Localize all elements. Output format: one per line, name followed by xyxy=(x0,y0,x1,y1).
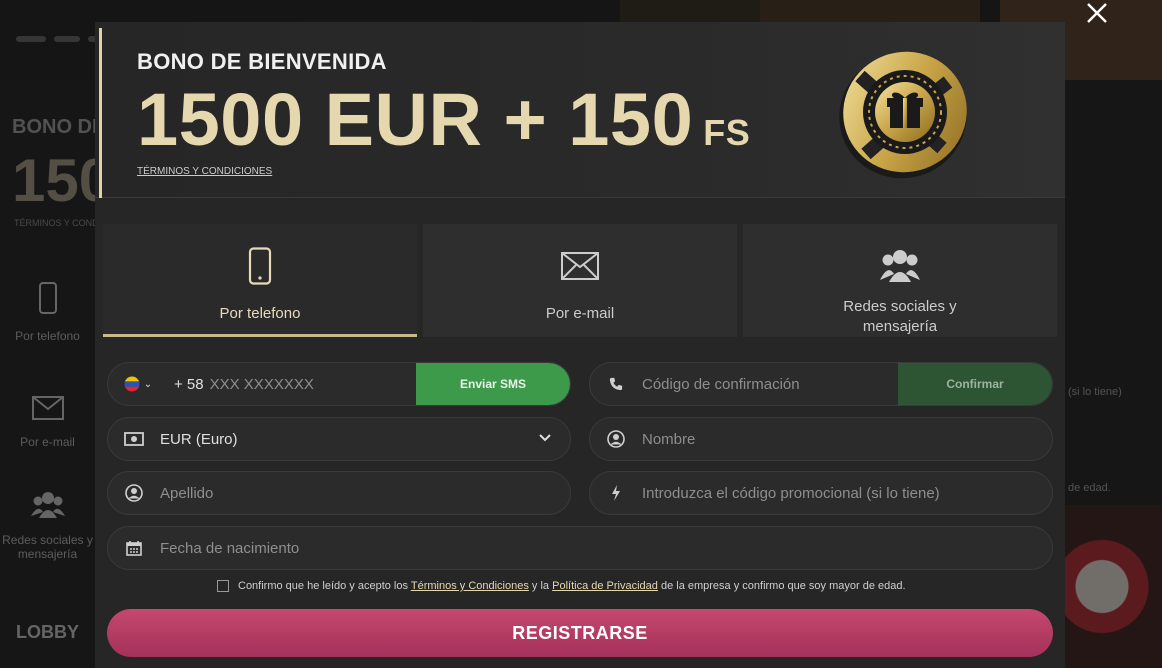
promo-code-field[interactable]: Introduzca el código promocional (si lo … xyxy=(589,471,1053,515)
send-sms-button[interactable]: Enviar SMS xyxy=(416,363,570,405)
first-name-input[interactable]: Nombre xyxy=(642,431,695,448)
currency-select[interactable]: EUR (Euro) xyxy=(107,417,571,461)
background-lobby: LOBBY xyxy=(16,622,79,642)
consent-row: Confirmo que he leído y acepto los Térmi… xyxy=(217,580,906,592)
banner-amount-value: 1500 EUR + 150 xyxy=(137,78,694,161)
banknote-icon xyxy=(108,432,160,446)
banner-amount: 1500 EUR + 150 FS xyxy=(137,80,750,173)
background-santa-image xyxy=(1062,505,1162,668)
phone-field[interactable]: ⌄ + 58 XXX XXXXXXX Enviar SMS xyxy=(107,362,571,406)
user-circle-icon xyxy=(590,430,642,448)
close-button[interactable] xyxy=(1084,0,1110,26)
register-button[interactable]: REGISTRARSE xyxy=(107,609,1053,657)
tab-label: Por e-mail xyxy=(545,305,615,322)
background-side-item: Redes sociales y mensajería xyxy=(0,490,95,561)
tab-phone[interactable]: Por telefono xyxy=(103,224,417,337)
phone-icon xyxy=(0,282,95,321)
users-icon xyxy=(0,490,95,525)
birth-date-input[interactable]: Fecha de nacimiento xyxy=(160,540,299,557)
terms-link[interactable]: TÉRMINOS Y CONDICIONES xyxy=(137,166,272,177)
consent-text: Confirmo que he leído y acepto los Térmi… xyxy=(238,580,906,592)
phone-icon xyxy=(248,246,272,286)
banner-amount-suffix: FS xyxy=(703,112,751,153)
last-name-input[interactable]: Apellido xyxy=(160,485,213,502)
tab-email[interactable]: Por e-mail xyxy=(423,224,737,337)
birth-date-field[interactable]: Fecha de nacimiento xyxy=(107,526,1053,570)
registration-tabs: Por telefono Por e-mail Redes sociales y… xyxy=(103,224,1057,337)
phone-input[interactable]: XXX XXXXXXX xyxy=(210,376,314,393)
gift-chip-icon xyxy=(831,37,979,185)
chevron-down-icon xyxy=(538,430,552,446)
last-name-field[interactable]: Apellido xyxy=(107,471,571,515)
confirmation-code-field[interactable]: Código de confirmación Confirmar xyxy=(589,362,1053,406)
envelope-icon xyxy=(0,396,95,427)
background-side-item: Por e-mail xyxy=(0,396,95,449)
privacy-link[interactable]: Política de Privacidad xyxy=(552,580,658,592)
background-hint: (si lo tiene) xyxy=(1068,386,1122,398)
tab-social[interactable]: Redes sociales y mensajería xyxy=(743,224,1057,337)
currency-value: EUR (Euro) xyxy=(160,430,238,448)
background-hint: de edad. xyxy=(1068,482,1111,494)
venezuela-flag-icon[interactable]: ⌄ xyxy=(108,376,154,392)
menu-dash xyxy=(54,36,80,42)
phone-handset-icon xyxy=(590,377,642,391)
promo-code-input[interactable]: Introduzca el código promocional (si lo … xyxy=(642,485,940,502)
chevron-down-icon: ⌄ xyxy=(143,378,153,390)
tab-label: Redes sociales y mensajería xyxy=(843,298,957,335)
banner-accent-line xyxy=(99,28,102,198)
registration-modal: BONO DE BIENVENIDA 1500 EUR + 150 FS TÉRM… xyxy=(95,22,1065,668)
banner-title: BONO DE BIENVENIDA xyxy=(137,49,387,74)
lightning-icon xyxy=(590,485,642,501)
envelope-icon xyxy=(561,246,599,286)
calendar-icon xyxy=(108,540,160,556)
users-icon xyxy=(880,246,920,283)
first-name-field[interactable]: Nombre xyxy=(589,417,1053,461)
menu-dash xyxy=(16,36,46,42)
terms-link[interactable]: Términos y Condiciones xyxy=(411,580,529,592)
phone-prefix: + 58 xyxy=(174,375,204,393)
confirm-button[interactable]: Confirmar xyxy=(898,363,1052,405)
background-side-item: Por telefono xyxy=(0,282,95,343)
close-icon xyxy=(1087,3,1107,23)
bonus-banner: BONO DE BIENVENIDA 1500 EUR + 150 FS TÉRM… xyxy=(95,22,1065,198)
tab-label: Por telefono xyxy=(219,305,301,322)
user-circle-icon xyxy=(108,484,160,502)
confirmation-code-input[interactable]: Código de confirmación xyxy=(642,376,800,393)
consent-checkbox[interactable] xyxy=(217,580,229,592)
